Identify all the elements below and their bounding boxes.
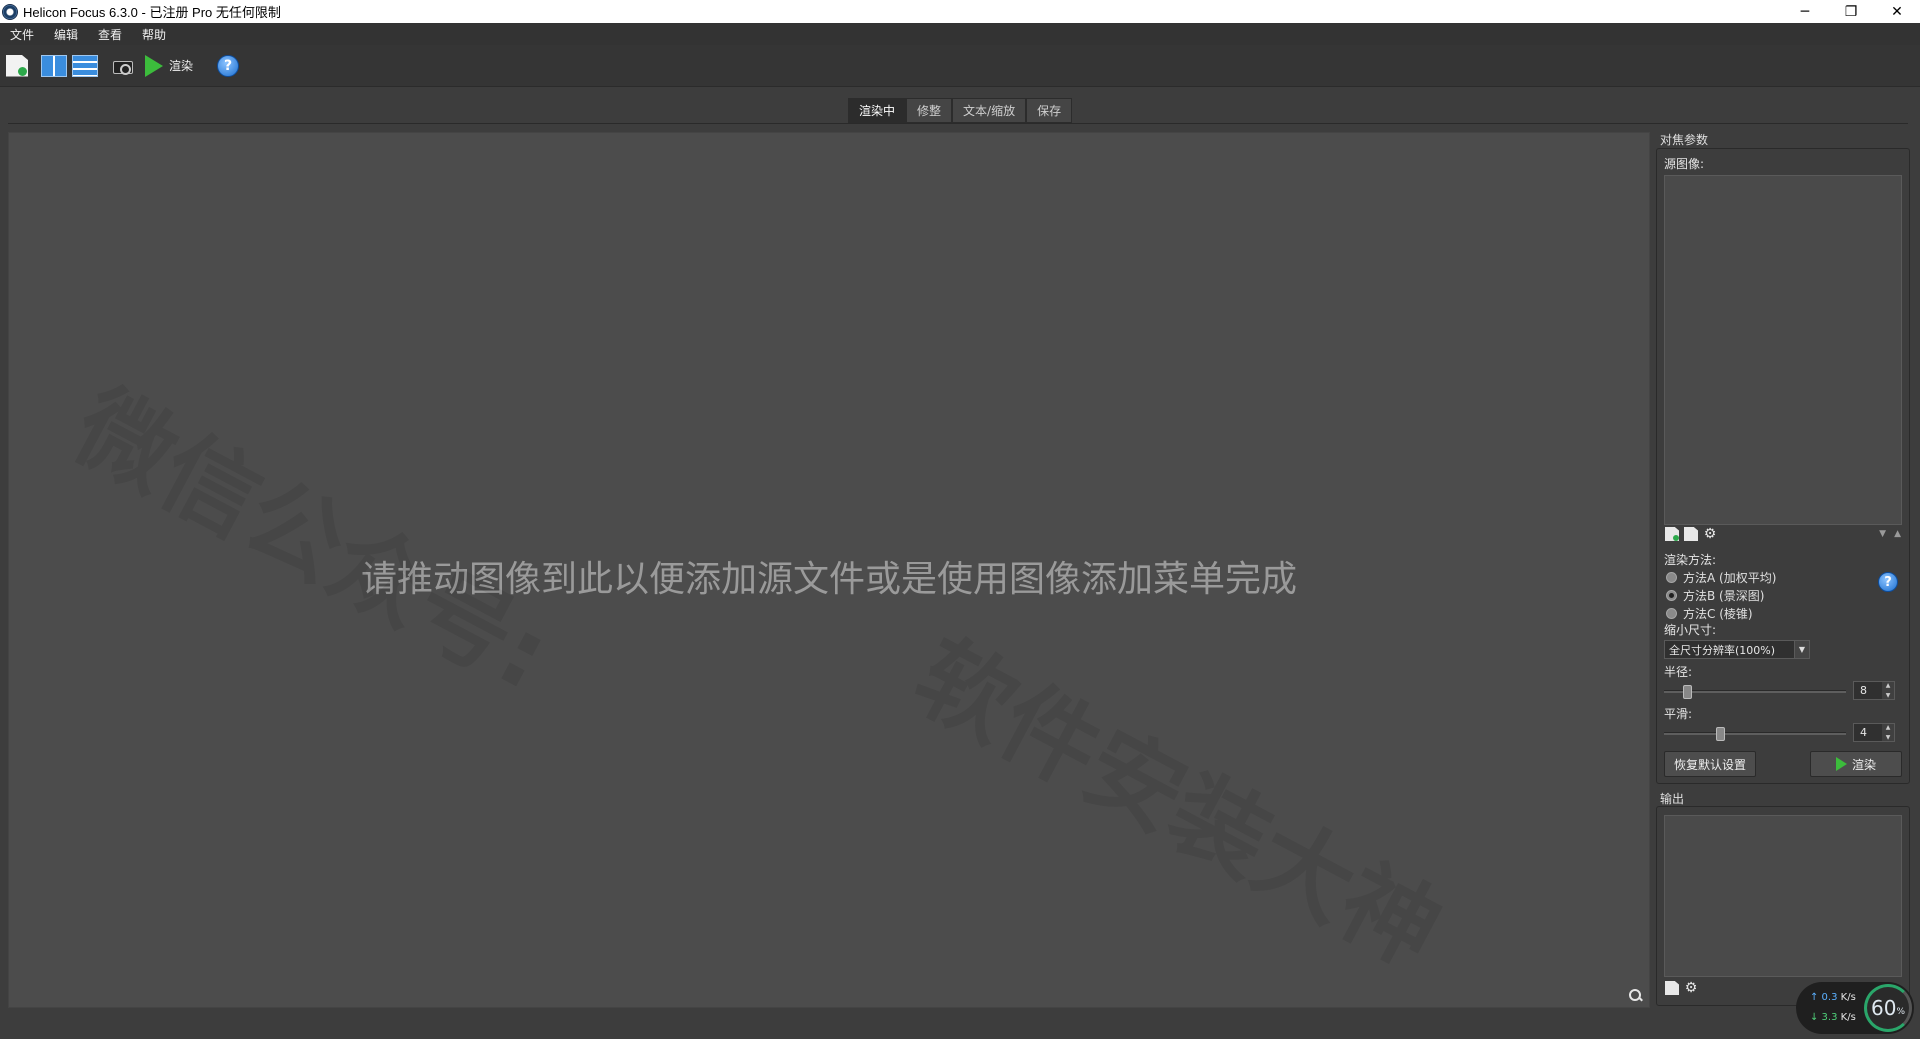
radius-label: 半径:	[1664, 665, 1693, 679]
layout-rows-icon[interactable]	[72, 54, 98, 77]
smoothing-spinbox[interactable]: 4 ▲ ▼	[1853, 723, 1895, 742]
tab-retouching[interactable]: 修整	[906, 98, 953, 123]
method-a-label: 方法A (加权平均)	[1683, 571, 1777, 585]
output-group: ⚙	[1656, 806, 1910, 1006]
download-rate: ↓ 3.3	[1810, 1012, 1838, 1023]
tab-text-scale[interactable]: 文本/缩放	[952, 98, 1027, 123]
spin-up-icon[interactable]: ▲	[1886, 724, 1891, 731]
radius-spinbox[interactable]: 8 ▲ ▼	[1853, 681, 1895, 700]
output-list-actions: ⚙	[1665, 981, 1703, 995]
chevron-down-icon[interactable]: ▼	[1794, 641, 1809, 658]
radius-slider[interactable]	[1664, 685, 1846, 699]
close-button[interactable]: ✕	[1874, 0, 1920, 23]
app-logo-icon	[2, 3, 18, 20]
render-toolbar-button[interactable]: 渲染	[169, 57, 193, 74]
method-c-option[interactable]: 方法C (棱锥)	[1666, 605, 1753, 622]
document-icon[interactable]	[1684, 527, 1698, 541]
help-icon[interactable]: ?	[217, 54, 240, 77]
document-icon[interactable]	[1665, 981, 1679, 995]
render-method-label: 渲染方法:	[1664, 553, 1717, 567]
camera-icon[interactable]	[111, 55, 135, 77]
smoothing-spin-buttons[interactable]: ▲ ▼	[1882, 724, 1894, 741]
layout-columns-icon[interactable]	[41, 54, 67, 77]
title-bar: Helicon Focus 6.3.0 - 已注册 Pro 无任何限制 ─ ❐ …	[0, 0, 1920, 23]
radio-button-selected[interactable]	[1666, 590, 1677, 601]
minimize-button[interactable]: ─	[1782, 0, 1828, 23]
menu-edit[interactable]: 编辑	[54, 26, 78, 43]
window-title: Helicon Focus 6.3.0 - 已注册 Pro 无任何限制	[23, 5, 281, 20]
tab-rendering[interactable]: 渲染中	[848, 98, 907, 123]
play-icon[interactable]	[145, 54, 163, 77]
usage-percent-ring: 60%	[1864, 984, 1912, 1032]
menu-view[interactable]: 查看	[98, 26, 122, 43]
drop-hint-text: 请推动图像到此以便添加源文件或是使用图像添加菜单完成	[360, 559, 1297, 600]
play-icon	[1835, 757, 1847, 771]
radio-button[interactable]	[1666, 608, 1677, 619]
network-rates: ↑ 0.3 K/s ↓ 3.3 K/s	[1810, 988, 1856, 1028]
smoothing-value: 4	[1860, 726, 1867, 739]
restore-button[interactable]: ❐	[1828, 0, 1874, 23]
source-images-list[interactable]	[1664, 175, 1902, 525]
output-panel-title: 输出	[1660, 792, 1685, 806]
smoothing-slider-thumb[interactable]	[1716, 727, 1725, 741]
spin-down-icon[interactable]: ▼	[1886, 734, 1891, 741]
usage-percent: 60	[1870, 996, 1897, 1020]
zoom-icon[interactable]	[1629, 989, 1643, 1003]
upload-unit: K/s	[1840, 992, 1856, 1003]
spin-down-icon[interactable]: ▼	[1886, 692, 1891, 699]
reduce-size-value: 全尺寸分辨率(100%)	[1669, 643, 1776, 657]
radius-slider-thumb[interactable]	[1683, 685, 1692, 699]
download-unit: K/s	[1840, 1012, 1856, 1023]
add-image-icon[interactable]	[1665, 527, 1679, 541]
method-a-option[interactable]: 方法A (加权平均)	[1666, 569, 1776, 586]
move-up-icon[interactable]: ▲	[1894, 529, 1901, 539]
spin-up-icon[interactable]: ▲	[1886, 682, 1891, 689]
source-list-actions: ⚙	[1665, 527, 1722, 541]
focus-parameters-group: 源图像: ⚙ ▼ ▲ 渲染方法: 方法A (加权平均) 方法B (景深图) 方法…	[1656, 148, 1910, 784]
method-help-icon[interactable]: ?	[1878, 572, 1898, 592]
radius-value: 8	[1860, 684, 1867, 697]
reduce-size-dropdown[interactable]: 全尺寸分辨率(100%) ▼	[1664, 640, 1810, 659]
render-button[interactable]: 渲染	[1810, 751, 1902, 777]
network-speed-widget[interactable]: ↑ 0.3 K/s ↓ 3.3 K/s 60%	[1796, 982, 1914, 1034]
upload-rate: ↑ 0.3	[1810, 992, 1838, 1003]
smoothing-label: 平滑:	[1664, 707, 1693, 721]
sort-controls: ▼ ▲	[1871, 529, 1901, 539]
usage-percent-unit: %	[1896, 1007, 1905, 1017]
output-list[interactable]	[1664, 815, 1902, 977]
menu-help[interactable]: 帮助	[142, 26, 166, 43]
move-down-icon[interactable]: ▼	[1879, 529, 1886, 539]
menu-file[interactable]: 文件	[10, 26, 34, 43]
gear-icon[interactable]: ⚙	[1703, 527, 1717, 541]
method-b-option[interactable]: 方法B (景深图)	[1666, 587, 1764, 604]
source-images-label: 源图像:	[1664, 157, 1705, 171]
render-button-label: 渲染	[1851, 757, 1876, 772]
mode-tabs: 渲染中 修整 文本/缩放 保存	[848, 98, 1073, 123]
tab-save[interactable]: 保存	[1026, 98, 1073, 123]
reduce-size-label: 缩小尺寸:	[1664, 623, 1717, 637]
gear-icon[interactable]: ⚙	[1684, 981, 1698, 995]
menu-bar: 文件 编辑 查看 帮助	[0, 23, 1920, 45]
method-b-label: 方法B (景深图)	[1683, 589, 1765, 603]
reset-defaults-button[interactable]: 恢复默认设置	[1664, 751, 1756, 777]
new-file-icon[interactable]	[6, 54, 28, 77]
focus-panel-title: 对焦参数	[1660, 133, 1709, 147]
radius-spin-buttons[interactable]: ▲ ▼	[1882, 682, 1894, 699]
toolbar: 渲染 ?	[0, 45, 1920, 87]
tabs-divider	[8, 123, 1908, 124]
radio-button[interactable]	[1666, 572, 1677, 583]
window-controls: ─ ❐ ✕	[1782, 0, 1920, 23]
method-c-label: 方法C (棱锥)	[1683, 607, 1753, 621]
smoothing-slider[interactable]	[1664, 727, 1846, 741]
preview-canvas[interactable]: 请推动图像到此以便添加源文件或是使用图像添加菜单完成	[8, 132, 1650, 1008]
